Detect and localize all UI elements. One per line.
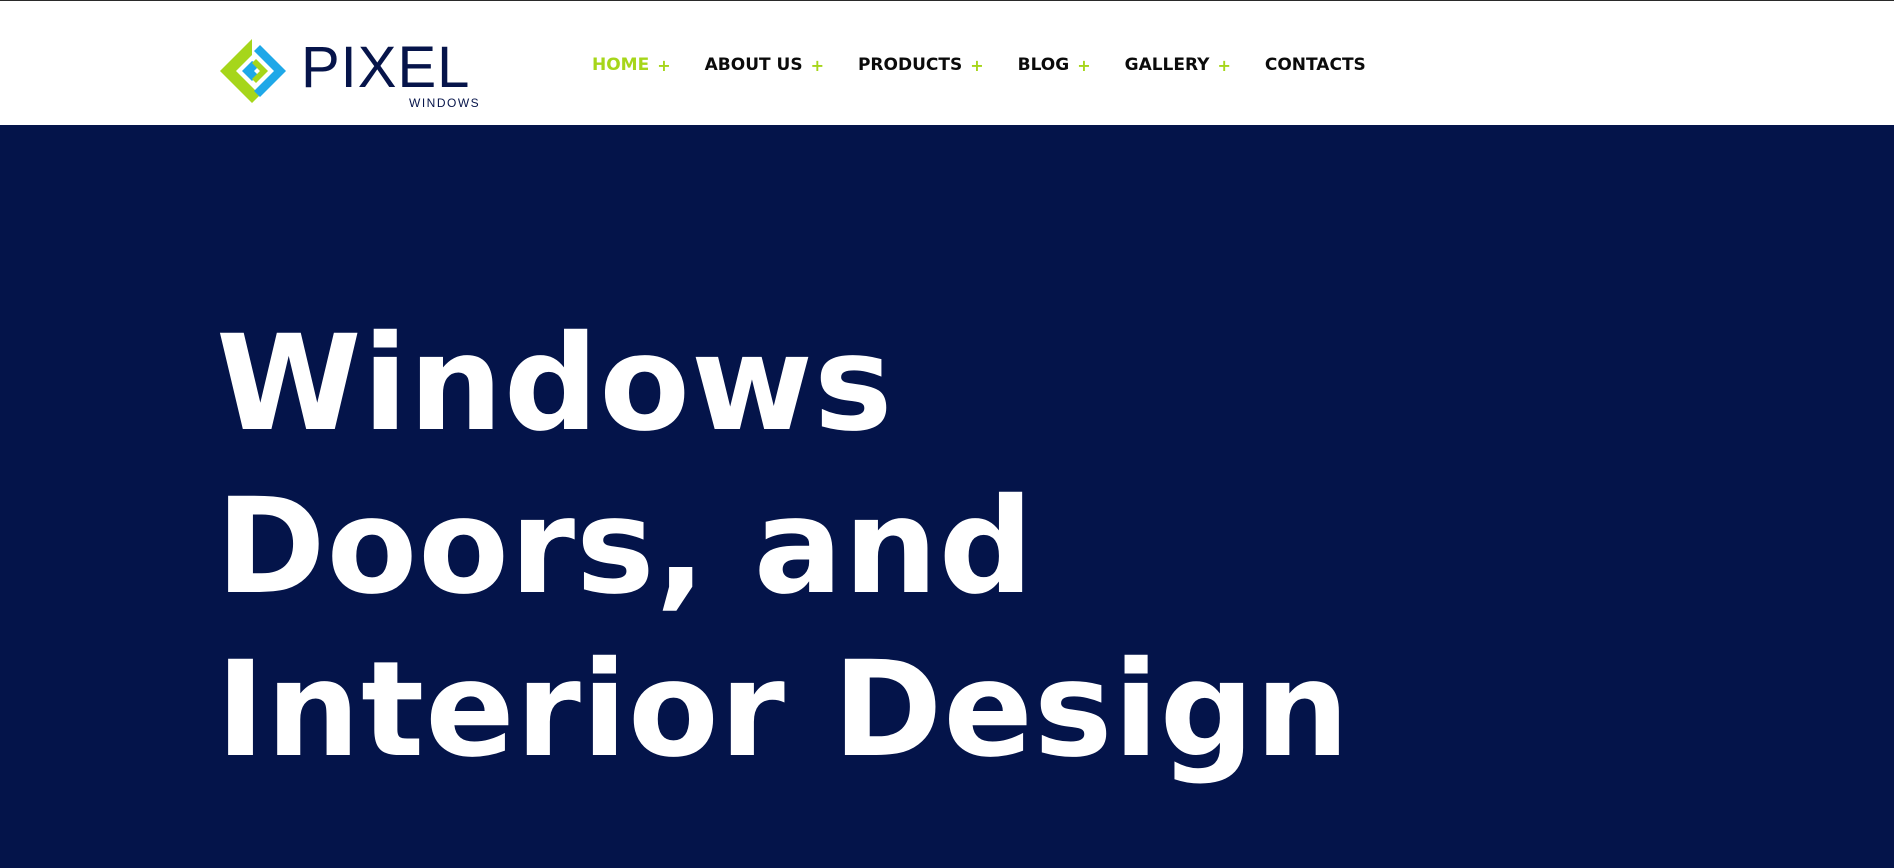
- hero-title-line: Doors, and: [216, 470, 1035, 624]
- nav-item-products[interactable]: PRODUCTS +: [858, 55, 984, 75]
- nav-item-gallery[interactable]: GALLERY +: [1125, 55, 1231, 75]
- plus-icon: +: [657, 55, 671, 75]
- logo-subtitle: WINDOWS: [409, 96, 481, 110]
- nav-item-about-us[interactable]: ABOUT US +: [705, 55, 824, 75]
- nav-item-home[interactable]: HOME +: [592, 55, 671, 75]
- plus-icon: +: [810, 55, 824, 75]
- page: PIXEL WINDOWS HOME + ABOUT US + PRODUCTS…: [0, 0, 1894, 868]
- hero-title-line: Interior Design: [216, 633, 1351, 787]
- hero-title: Windows Doors, and Interior Design: [216, 303, 1350, 792]
- logo-wordmark: PIXEL: [301, 35, 471, 100]
- nav-item-contacts[interactable]: CONTACTS: [1265, 55, 1366, 75]
- nav-item-label: HOME: [592, 55, 650, 75]
- nav-item-label: GALLERY: [1124, 55, 1210, 75]
- site-logo[interactable]: PIXEL WINDOWS: [216, 35, 486, 111]
- site-header: PIXEL WINDOWS HOME + ABOUT US + PRODUCTS…: [0, 0, 1894, 125]
- plus-icon: +: [970, 55, 984, 75]
- main-nav: HOME + ABOUT US + PRODUCTS + BLOG + GALL…: [592, 51, 1366, 79]
- plus-icon: +: [1217, 55, 1231, 75]
- nav-item-label: PRODUCTS: [857, 55, 963, 75]
- hero-title-line: Windows: [216, 307, 894, 461]
- logo-mark-icon: [220, 39, 286, 103]
- nav-item-label: CONTACTS: [1264, 55, 1366, 75]
- plus-icon: +: [1077, 55, 1091, 75]
- nav-item-label: ABOUT US: [704, 55, 803, 75]
- nav-item-label: BLOG: [1017, 55, 1070, 75]
- nav-item-blog[interactable]: BLOG +: [1018, 55, 1091, 75]
